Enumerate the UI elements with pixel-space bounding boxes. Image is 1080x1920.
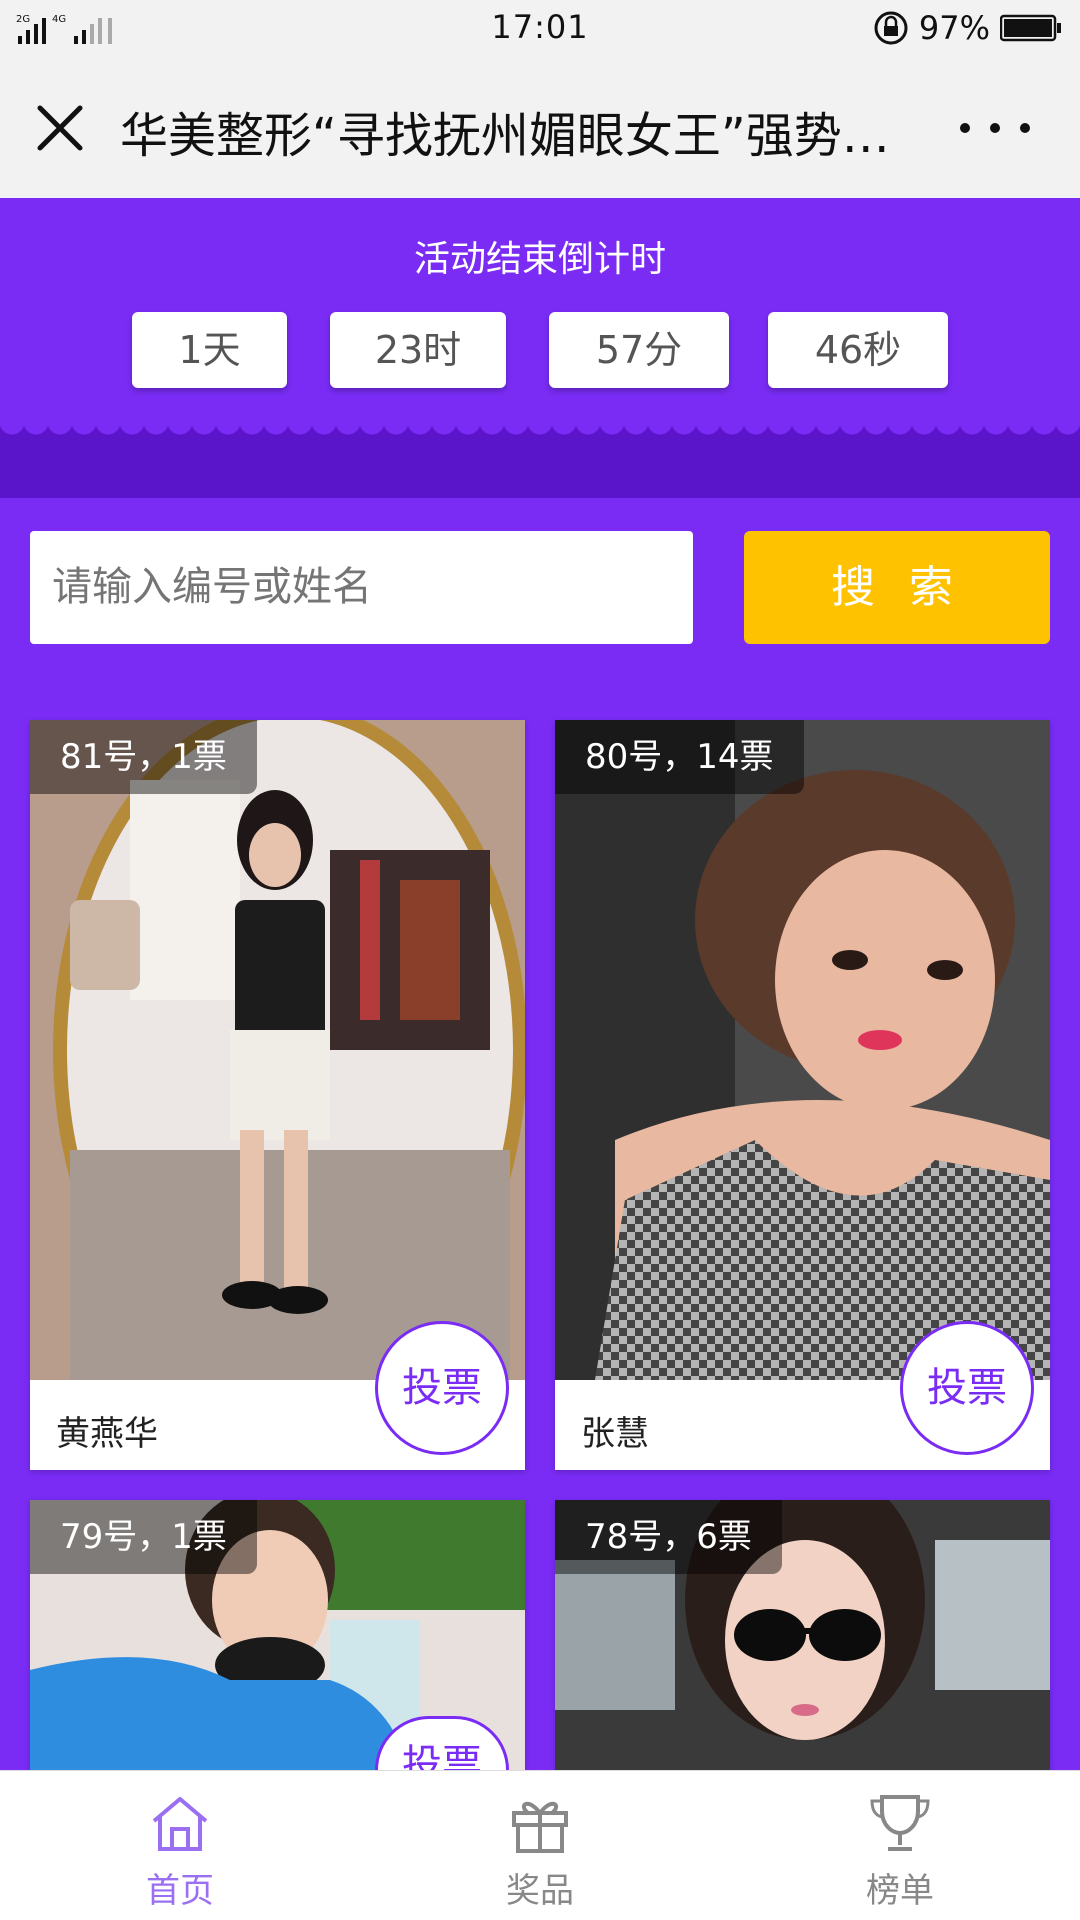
contestant-badge: 81号，1票 bbox=[30, 720, 257, 794]
title-bar: 华美整形“寻找抚州媚眼女王”强势… bbox=[0, 56, 1080, 198]
countdown-title: 活动结束倒计时 bbox=[413, 239, 666, 280]
nav-label: 奖品 bbox=[506, 1871, 574, 1911]
battery-icon bbox=[1000, 14, 1061, 42]
contestant-photo bbox=[30, 720, 525, 1380]
contestant-badge: 78号，6票 bbox=[555, 1500, 782, 1574]
contestant-card[interactable]: 78号，6票 bbox=[555, 1500, 1050, 1770]
vote-button[interactable]: 投票 bbox=[375, 1321, 509, 1455]
nav-item-ranking[interactable]: 榜单 bbox=[800, 1771, 1000, 1920]
countdown-days: 1天 bbox=[132, 312, 287, 388]
page-title: 华美整形“寻找抚州媚眼女王”强势… bbox=[120, 108, 890, 164]
gift-icon bbox=[512, 1801, 568, 1853]
contestant-name: 张慧 bbox=[581, 1414, 649, 1454]
nav-item-prizes[interactable]: 奖品 bbox=[440, 1771, 640, 1920]
countdown-hours: 23时 bbox=[330, 312, 506, 388]
more-options-icon[interactable] bbox=[960, 108, 1030, 148]
contestant-badge: 80号，14票 bbox=[555, 720, 804, 794]
countdown-minutes: 57分 bbox=[549, 312, 729, 388]
contestant-name: 黄燕华 bbox=[56, 1414, 158, 1454]
vote-button[interactable]: 投票 bbox=[900, 1321, 1034, 1455]
battery-percent: 97% bbox=[918, 9, 990, 47]
nav-label: 首页 bbox=[146, 1871, 214, 1911]
contestant-badge: 79号，1票 bbox=[30, 1500, 257, 1574]
nav-label: 榜单 bbox=[866, 1871, 934, 1911]
home-icon bbox=[152, 1797, 208, 1851]
nav-item-home[interactable]: 首页 bbox=[80, 1771, 280, 1920]
countdown-seconds: 46秒 bbox=[768, 312, 948, 388]
search-input[interactable] bbox=[30, 531, 693, 644]
rotation-lock-icon bbox=[874, 11, 908, 45]
search-button[interactable]: 搜 索 bbox=[744, 531, 1050, 644]
status-bar: 2G 4G 17:01 97% bbox=[0, 0, 1080, 56]
countdown-banner: 活动结束倒计时 1天 23时 57分 46秒 bbox=[0, 198, 1080, 498]
trophy-icon bbox=[870, 1795, 930, 1851]
contestant-photo bbox=[555, 720, 1050, 1380]
close-icon[interactable] bbox=[30, 98, 90, 158]
bottom-nav: 首页 奖品 榜单 bbox=[0, 1770, 1080, 1920]
